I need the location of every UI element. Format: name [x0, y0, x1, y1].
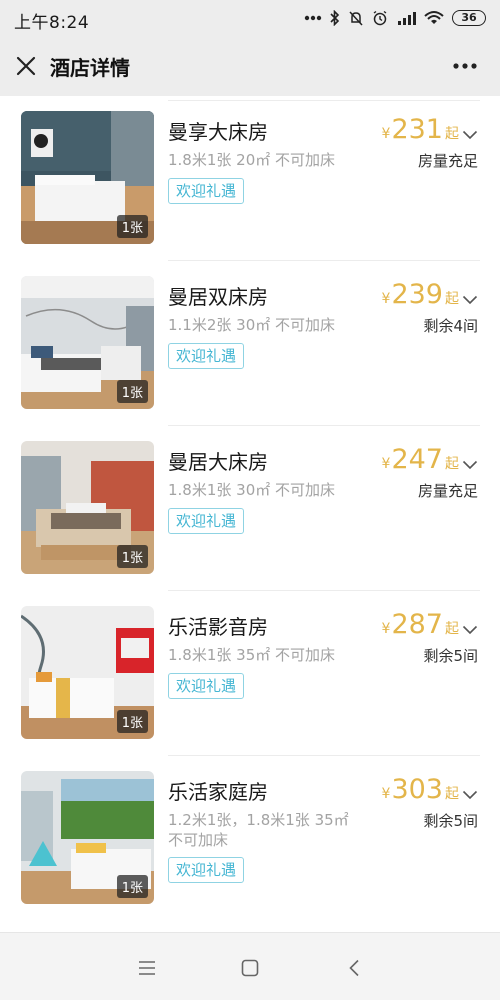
- room-name[interactable]: 乐活影音房: [168, 611, 268, 640]
- stock-status: 房量充足: [417, 152, 478, 170]
- room-item[interactable]: 1张 曼居大床房 1.8米1张 30㎡ 不可加床 欢迎礼遇 ¥ 247 起 房量…: [0, 426, 500, 591]
- price-suffix: 起: [445, 621, 459, 637]
- home-button[interactable]: [239, 957, 261, 979]
- room-item[interactable]: 1张 曼居双床房 1.1米2张 30㎡ 不可加床 欢迎礼遇 ¥ 239 起 剩余…: [0, 261, 500, 426]
- chevron-down-icon: [462, 625, 478, 635]
- close-button[interactable]: [12, 52, 40, 80]
- stock-status: 剩余4间: [423, 317, 478, 335]
- mute-icon: [349, 11, 363, 26]
- bed-count-badge: 1张: [116, 545, 148, 568]
- stock-status: 剩余5间: [423, 647, 478, 665]
- menu-icon: [139, 961, 155, 975]
- price-suffix: 起: [445, 456, 459, 472]
- room-name[interactable]: 曼居双床房: [168, 281, 268, 310]
- room-name[interactable]: 曼享大床房: [168, 116, 268, 145]
- bed-count-badge: 1张: [116, 380, 148, 403]
- home-icon: [241, 959, 259, 977]
- currency-symbol: ¥: [381, 621, 391, 637]
- top-app-bar: 酒店详情: [0, 36, 500, 96]
- status-bar: 上午8:24 36: [0, 0, 500, 36]
- welcome-tag: 欢迎礼遇: [168, 178, 245, 204]
- alarm-icon: [373, 10, 387, 26]
- chevron-down-icon: [462, 460, 478, 470]
- price-button[interactable]: ¥ 287 起: [382, 609, 478, 640]
- room-name[interactable]: 乐活家庭房: [168, 776, 268, 805]
- welcome-tag: 欢迎礼遇: [168, 673, 245, 699]
- welcome-tag: 欢迎礼遇: [168, 508, 245, 534]
- status-time: 上午8:24: [14, 13, 90, 33]
- room-spec: 1.8米1张 35㎡ 不可加床: [168, 646, 336, 664]
- room-photo[interactable]: 1张: [21, 606, 154, 739]
- room-photo[interactable]: 1张: [21, 771, 154, 904]
- chevron-down-icon: [462, 295, 478, 305]
- room-photo[interactable]: 1张: [21, 441, 154, 574]
- bed-count-badge: 1张: [116, 710, 148, 733]
- chevron-down-icon: [462, 790, 478, 800]
- room-price: 231: [391, 114, 443, 145]
- bed-count-badge: 1张: [116, 875, 148, 898]
- currency-symbol: ¥: [381, 786, 391, 802]
- room-price: 239: [391, 279, 443, 310]
- room-photo[interactable]: 1张: [21, 111, 154, 244]
- price-button[interactable]: ¥ 303 起: [382, 774, 478, 805]
- room-spec: 1.8米1张 20㎡ 不可加床: [168, 151, 336, 169]
- room-spec: 1.2米1张，1.8米1张 35㎡ 不可加床: [168, 811, 349, 849]
- room-spec: 1.1米2张 30㎡ 不可加床: [168, 316, 336, 334]
- back-icon: [349, 959, 359, 977]
- room-name[interactable]: 曼居大床房: [168, 446, 268, 475]
- stock-status: 房量充足: [417, 482, 478, 500]
- page-title: 酒店详情: [50, 56, 130, 80]
- room-item[interactable]: 1张 乐活家庭房 1.2米1张，1.8米1张 35㎡ 不可加床 欢迎礼遇 ¥ 3…: [0, 756, 500, 930]
- more-icon: [453, 63, 477, 69]
- room-price: 303: [391, 774, 443, 805]
- room-price: 247: [391, 444, 443, 475]
- price-button[interactable]: ¥ 231 起: [382, 114, 478, 145]
- back-button[interactable]: [343, 957, 365, 979]
- price-button[interactable]: ¥ 239 起: [382, 279, 478, 310]
- wifi-icon: [424, 11, 444, 24]
- menu-button[interactable]: [136, 957, 158, 979]
- price-suffix: 起: [445, 291, 459, 307]
- price-suffix: 起: [445, 126, 459, 142]
- room-price: 287: [391, 609, 443, 640]
- battery-indicator: 36: [452, 10, 486, 26]
- room-list[interactable]: 1张 曼享大床房 1.8米1张 20㎡ 不可加床 欢迎礼遇 ¥ 231 起 房量…: [0, 96, 500, 930]
- room-item[interactable]: 1张 乐活影音房 1.8米1张 35㎡ 不可加床 欢迎礼遇 ¥ 287 起 剩余…: [0, 591, 500, 756]
- price-suffix: 起: [445, 786, 459, 802]
- chevron-down-icon: [462, 130, 478, 140]
- system-nav-bar: [0, 932, 500, 1000]
- more-notifications-icon: [304, 15, 322, 21]
- signal-icon: [398, 12, 416, 25]
- currency-symbol: ¥: [381, 456, 391, 472]
- welcome-tag: 欢迎礼遇: [168, 343, 245, 369]
- room-photo[interactable]: 1张: [21, 276, 154, 409]
- currency-symbol: ¥: [381, 126, 391, 142]
- currency-symbol: ¥: [381, 291, 391, 307]
- more-options-button[interactable]: [450, 54, 480, 78]
- welcome-tag: 欢迎礼遇: [168, 857, 245, 883]
- stock-status: 剩余5间: [423, 812, 478, 830]
- bed-count-badge: 1张: [116, 215, 148, 238]
- room-spec: 1.8米1张 30㎡ 不可加床: [168, 481, 336, 499]
- status-icons: 36: [304, 8, 486, 28]
- room-item[interactable]: 1张 曼享大床房 1.8米1张 20㎡ 不可加床 欢迎礼遇 ¥ 231 起 房量…: [0, 96, 500, 261]
- price-button[interactable]: ¥ 247 起: [382, 444, 478, 475]
- bluetooth-icon: [330, 10, 340, 26]
- close-icon: [16, 56, 36, 76]
